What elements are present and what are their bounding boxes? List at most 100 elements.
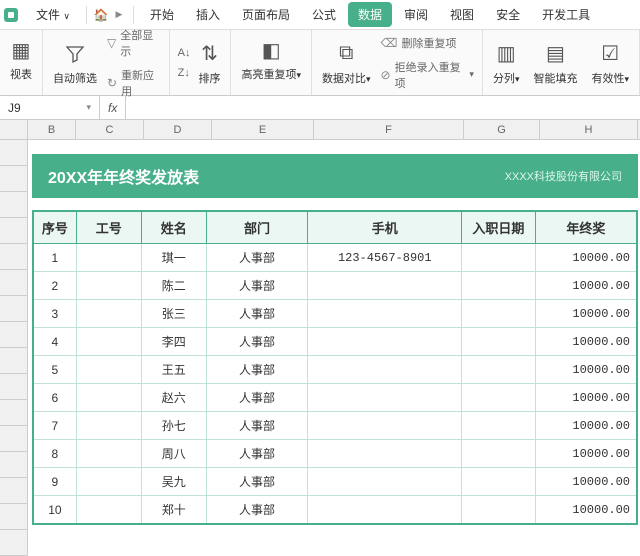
cell[interactable]: 6 — [33, 384, 76, 412]
cell[interactable] — [308, 412, 462, 440]
row-header[interactable] — [0, 322, 28, 348]
chevron-icon[interactable]: ▶ — [111, 9, 127, 20]
cell[interactable]: 孙七 — [141, 412, 206, 440]
cell[interactable]: 人事部 — [206, 440, 308, 468]
cell[interactable]: 周八 — [141, 440, 206, 468]
split-button[interactable]: ▥ 分列▾ — [491, 38, 522, 88]
pivot-button[interactable]: ▦ 视表 — [8, 34, 34, 84]
cell[interactable]: 10000.00 — [535, 468, 637, 496]
cell[interactable]: 10000.00 — [535, 244, 637, 272]
cell[interactable] — [76, 356, 141, 384]
cell[interactable] — [462, 412, 536, 440]
tab-data[interactable]: 数据 — [348, 2, 392, 27]
cell[interactable]: 郑十 — [141, 496, 206, 525]
cell[interactable]: 人事部 — [206, 412, 308, 440]
row-header[interactable] — [0, 530, 28, 556]
col-header[interactable]: B — [28, 120, 76, 139]
cell[interactable] — [462, 356, 536, 384]
row-header[interactable] — [0, 140, 28, 166]
cell[interactable]: 10000.00 — [535, 412, 637, 440]
cell[interactable] — [308, 440, 462, 468]
cell[interactable]: 1 — [33, 244, 76, 272]
cell[interactable] — [308, 468, 462, 496]
cell[interactable] — [76, 412, 141, 440]
sort-asc-button[interactable]: A↓ — [178, 45, 191, 61]
row-header[interactable] — [0, 296, 28, 322]
cell[interactable] — [462, 244, 536, 272]
tab-file[interactable]: 文件 ∨ — [26, 2, 80, 27]
cell[interactable] — [76, 384, 141, 412]
cell[interactable] — [462, 496, 536, 525]
row-header[interactable] — [0, 374, 28, 400]
col-header[interactable]: G — [464, 120, 540, 139]
row-header[interactable] — [0, 166, 28, 192]
col-header[interactable]: F — [314, 120, 464, 139]
tab-dev[interactable]: 开发工具 — [532, 2, 600, 27]
row-header[interactable] — [0, 244, 28, 270]
cell[interactable]: 人事部 — [206, 468, 308, 496]
tab-formula[interactable]: 公式 — [302, 2, 346, 27]
fx-icon[interactable]: fx — [100, 96, 126, 119]
cell[interactable]: 10000.00 — [535, 496, 637, 525]
sort-desc-button[interactable]: Z↓ — [178, 65, 191, 81]
cell[interactable]: 10000.00 — [535, 384, 637, 412]
remove-dup-button[interactable]: ⌫删除重复项 — [381, 33, 474, 53]
cell[interactable] — [76, 272, 141, 300]
cell[interactable]: 9 — [33, 468, 76, 496]
cell[interactable] — [308, 356, 462, 384]
cell[interactable]: 10000.00 — [535, 440, 637, 468]
tab-view[interactable]: 视图 — [440, 2, 484, 27]
col-header[interactable]: E — [212, 120, 314, 139]
col-header[interactable]: C — [76, 120, 144, 139]
select-all[interactable] — [0, 120, 28, 139]
cell[interactable]: 王五 — [141, 356, 206, 384]
cell[interactable] — [462, 272, 536, 300]
cell[interactable]: 人事部 — [206, 300, 308, 328]
highlight-dup-button[interactable]: ◧ 高亮重复项▾ — [239, 34, 303, 84]
cell[interactable] — [76, 468, 141, 496]
showall-button[interactable]: ▽全部显示 — [107, 25, 161, 61]
tab-security[interactable]: 安全 — [486, 2, 530, 27]
cell[interactable]: 吴九 — [141, 468, 206, 496]
row-header[interactable] — [0, 270, 28, 296]
cell[interactable] — [76, 328, 141, 356]
cell[interactable]: 10000.00 — [535, 300, 637, 328]
cell[interactable]: 10000.00 — [535, 328, 637, 356]
cell[interactable]: 人事部 — [206, 496, 308, 525]
cell[interactable] — [308, 496, 462, 525]
row-header[interactable] — [0, 400, 28, 426]
cell[interactable]: 123-4567-8901 — [308, 244, 462, 272]
cell[interactable]: 人事部 — [206, 272, 308, 300]
cell[interactable]: 10000.00 — [535, 272, 637, 300]
row-header[interactable] — [0, 426, 28, 452]
validate-button[interactable]: ☑ 有效性▾ — [589, 38, 631, 88]
cell[interactable] — [76, 244, 141, 272]
cell[interactable] — [462, 440, 536, 468]
cell[interactable] — [76, 300, 141, 328]
row-header[interactable] — [0, 348, 28, 374]
cell[interactable] — [462, 300, 536, 328]
sort-button[interactable]: ⇅ 排序 — [196, 38, 222, 88]
cell[interactable]: 人事部 — [206, 328, 308, 356]
cell[interactable]: 张三 — [141, 300, 206, 328]
cell[interactable] — [76, 440, 141, 468]
cell[interactable] — [462, 384, 536, 412]
cell[interactable]: 2 — [33, 272, 76, 300]
tab-insert[interactable]: 插入 — [186, 2, 230, 27]
col-header[interactable]: D — [144, 120, 212, 139]
row-header[interactable] — [0, 192, 28, 218]
tab-layout[interactable]: 页面布局 — [232, 2, 300, 27]
cell[interactable]: 10 — [33, 496, 76, 525]
cell[interactable] — [308, 328, 462, 356]
cell[interactable]: 10000.00 — [535, 356, 637, 384]
cell[interactable]: 人事部 — [206, 244, 308, 272]
cell[interactable]: 7 — [33, 412, 76, 440]
cell[interactable] — [308, 272, 462, 300]
name-box[interactable]: J9▾ — [0, 96, 100, 119]
compare-button[interactable]: ⧉ 数据对比▾ — [320, 38, 373, 88]
reject-dup-button[interactable]: ⊘拒绝录入重复项▾ — [381, 57, 474, 93]
cell[interactable] — [462, 328, 536, 356]
cell[interactable]: 赵六 — [141, 384, 206, 412]
row-header[interactable] — [0, 452, 28, 478]
row-header[interactable] — [0, 478, 28, 504]
